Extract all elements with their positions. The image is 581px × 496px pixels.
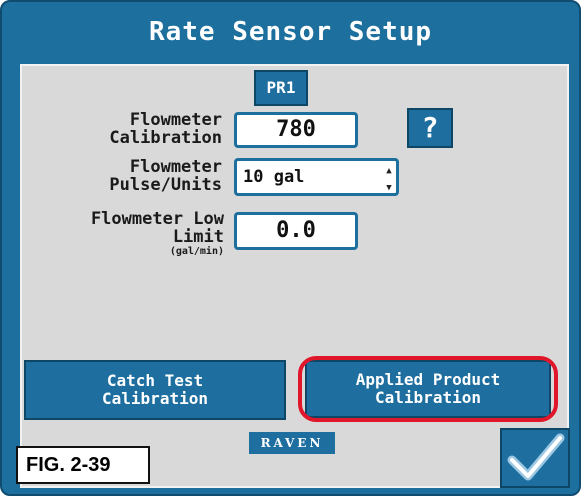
pulse-units-label-line1: Flowmeter [129, 157, 222, 177]
pulse-units-label: Flowmeter Pulse/Units [60, 158, 222, 194]
catch-test-calibration-button[interactable]: Catch Test Calibration [24, 360, 286, 420]
low-limit-label-line2: Limit [172, 227, 224, 247]
low-limit-label: Flowmeter Low Limit (gal/min) [20, 210, 224, 258]
spinner-arrows-icon[interactable]: ▲ ▼ [384, 167, 394, 193]
page-title: Rate Sensor Setup [148, 17, 433, 47]
accept-button[interactable] [500, 428, 570, 488]
highlight-outline [298, 356, 558, 422]
tab-pr1[interactable]: PR1 [254, 70, 308, 106]
low-limit-unit: (gal/min) [169, 246, 224, 257]
calibration-label-line1: Flowmeter [129, 110, 222, 130]
catch-test-line1: Catch Test [106, 371, 204, 390]
calibration-label-line2: Calibration [109, 128, 222, 148]
question-icon: ? [421, 111, 439, 144]
low-limit-label-line1: Flowmeter Low [90, 209, 224, 229]
catch-test-line2: Calibration [102, 389, 208, 408]
calibration-label: Flowmeter Calibration [60, 111, 222, 147]
checkmark-icon [507, 433, 565, 481]
low-limit-field[interactable]: 0.0 [234, 212, 358, 250]
calibration-field[interactable]: 780 [234, 112, 358, 148]
pulse-units-select[interactable]: 10 gal ▲ ▼ [234, 158, 399, 196]
pulse-units-value: 10 gal [243, 167, 305, 187]
pulse-units-label-line2: Pulse/Units [109, 175, 222, 195]
raven-logo: RAVEN [249, 432, 335, 454]
figure-label: FIG. 2-39 [16, 446, 150, 484]
help-button[interactable]: ? [407, 108, 453, 148]
